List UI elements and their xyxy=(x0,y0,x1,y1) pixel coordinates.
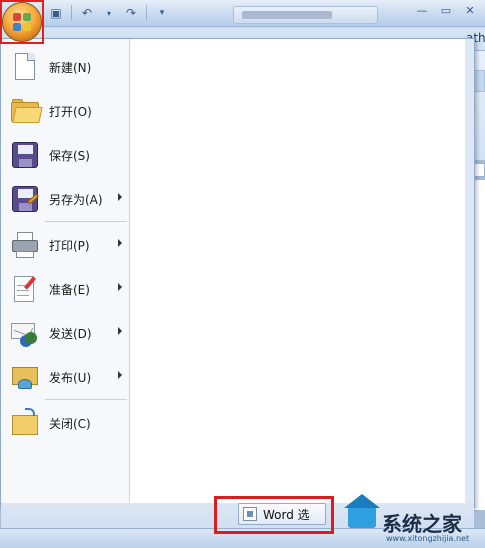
menu-item-label: 打印(P) xyxy=(49,238,90,253)
save-as-icon xyxy=(9,183,41,215)
prepare-icon xyxy=(9,273,41,305)
highlight-frame-word-options xyxy=(214,496,334,534)
qat-separator xyxy=(146,5,147,21)
menu-item-save-as[interactable]: 另存为(A) xyxy=(3,177,128,221)
submenu-arrow-icon xyxy=(118,371,122,379)
highlight-frame-office-button xyxy=(0,0,44,44)
clipboard-line xyxy=(17,290,29,291)
close-folder-icon xyxy=(9,407,41,439)
menu-item-label: 保存(S) xyxy=(49,148,90,163)
menu-item-label: 发布(U) xyxy=(49,370,92,385)
menu-item-label: 新建(N) xyxy=(49,60,92,75)
menu-item-label: 另存为(A) xyxy=(49,192,103,207)
save-disk-icon xyxy=(9,139,41,171)
people-shape xyxy=(25,332,37,344)
blurred-title xyxy=(242,11,332,19)
arrow-shape xyxy=(25,408,35,416)
menu-item-save[interactable]: 保存(S) xyxy=(3,133,128,177)
submenu-arrow-icon xyxy=(118,327,122,335)
printer-tray xyxy=(16,251,34,258)
redo-icon[interactable]: ↷ xyxy=(121,3,141,23)
menu-item-label: 打开(O) xyxy=(49,104,92,119)
menu-item-label: 准备(E) xyxy=(49,282,90,297)
menu-item-print[interactable]: 打印(P) xyxy=(3,223,128,267)
menu-item-open[interactable]: 打开(O) xyxy=(3,89,128,133)
watermark-logo: 系统之家 www.xitongzhijia.net xyxy=(330,470,485,548)
folder-shape xyxy=(12,415,38,435)
submenu-arrow-icon xyxy=(118,239,122,247)
globe-shape xyxy=(18,379,32,389)
menu-item-label: 关闭(C) xyxy=(49,416,91,431)
send-icon xyxy=(9,317,41,349)
watermark-text: 系统之家 xyxy=(382,512,462,536)
maximize-icon[interactable]: ▭ xyxy=(436,4,456,20)
menu-item-publish[interactable]: 发布(U) xyxy=(3,355,128,399)
recent-documents-pane xyxy=(130,39,465,503)
publish-icon xyxy=(9,361,41,393)
menu-item-prepare[interactable]: 准备(E) xyxy=(3,267,128,311)
customize-dropdown-icon[interactable]: ▾ xyxy=(152,3,172,23)
office-menu-commands: 新建(N) 打开(O) 保存(S) 另存为(A) 打印(P) 准备(E) 发送(… xyxy=(1,39,130,503)
clipboard-line xyxy=(17,295,29,296)
submenu-arrow-icon xyxy=(118,193,122,201)
submenu-arrow-icon xyxy=(118,283,122,291)
page-shape xyxy=(15,53,35,80)
save-icon[interactable]: ▣ xyxy=(46,3,66,23)
printer-icon xyxy=(9,229,41,261)
document-title-tab xyxy=(233,6,378,24)
watermark-url: www.xitongzhijia.net xyxy=(386,534,470,543)
menu-item-send[interactable]: 发送(D) xyxy=(3,311,128,355)
qat-separator xyxy=(71,5,72,21)
menu-item-new[interactable]: 新建(N) xyxy=(3,45,128,89)
quick-access-toolbar: ▣ ↶ ▾ ↷ ▾ xyxy=(46,3,172,23)
minimize-icon[interactable]: — xyxy=(412,4,432,20)
menu-separator xyxy=(45,221,127,222)
menu-item-label: 发送(D) xyxy=(49,326,92,341)
title-bar: ▣ ↶ ▾ ↷ ▾ — ▭ ✕ xyxy=(0,0,485,27)
undo-dropdown-icon[interactable]: ▾ xyxy=(99,3,119,23)
menu-separator xyxy=(45,399,127,400)
new-document-icon xyxy=(9,51,41,83)
disk-shape xyxy=(12,142,38,168)
house-logo-icon xyxy=(344,494,380,528)
menu-item-close[interactable]: 关闭(C) xyxy=(3,401,128,445)
open-folder-icon xyxy=(9,95,43,127)
office-menu: 新建(N) 打开(O) 保存(S) 另存为(A) 打印(P) 准备(E) 发送(… xyxy=(0,38,475,545)
folder-front xyxy=(12,107,43,123)
close-window-icon[interactable]: ✕ xyxy=(460,4,480,20)
undo-icon[interactable]: ↶ xyxy=(77,3,97,23)
